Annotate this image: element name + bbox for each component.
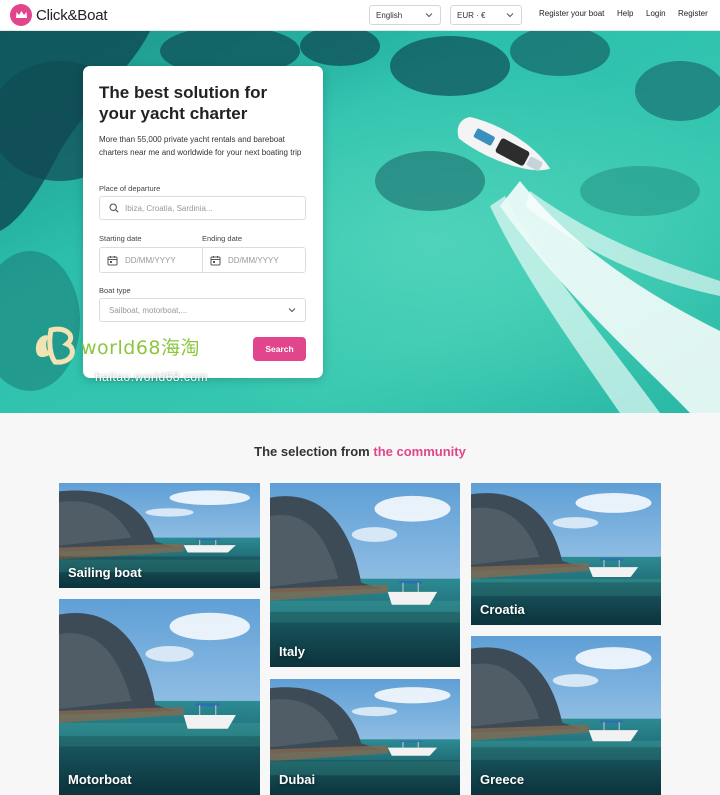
register-link[interactable]: Register — [678, 9, 708, 18]
sea-cliff-image — [270, 483, 460, 667]
end-date-placeholder: DD/MM/YYYY — [228, 255, 279, 265]
language-select[interactable]: English — [369, 5, 441, 25]
search-icon — [109, 203, 119, 213]
end-date-input[interactable]: DD/MM/YYYY — [202, 248, 305, 272]
currency-value: EUR · € — [457, 10, 486, 20]
calendar-icon — [107, 255, 118, 265]
sea-cliff-image — [59, 599, 260, 795]
destination-label: Italy — [279, 644, 306, 659]
crown-icon — [10, 4, 32, 26]
destination-label: Croatia — [480, 602, 525, 617]
destination-label: Greece — [480, 772, 525, 787]
currency-select[interactable]: EUR · € — [450, 5, 522, 25]
destination-card[interactable]: Dubai — [270, 679, 460, 795]
logo-text: Click&Boat — [36, 6, 108, 24]
start-date-label: Starting date — [99, 234, 142, 243]
watermark-logo-icon — [35, 326, 75, 365]
destination-label: Sailing boat — [68, 565, 142, 580]
language-value: English — [376, 10, 403, 20]
watermark-url: haitao.world68.com — [95, 370, 209, 384]
destination-card[interactable]: Greece — [471, 636, 661, 795]
login-link[interactable]: Login — [646, 9, 666, 18]
departure-label: Place of departure — [99, 184, 161, 193]
calendar-icon — [210, 255, 221, 265]
community-title-accent: the community — [373, 444, 466, 459]
register-boat-link[interactable]: Register your boat — [539, 9, 604, 18]
search-title: The best solution for your yacht charter — [99, 83, 268, 123]
date-range: DD/MM/YYYY DD/MM/YYYY — [99, 247, 306, 273]
top-navigation: Click&Boat English EUR · € Register your… — [0, 0, 720, 31]
chevron-down-icon — [425, 13, 433, 18]
watermark: world68海淘 haitao.world68.com — [31, 324, 208, 384]
end-date-label: Ending date — [202, 234, 243, 243]
help-link[interactable]: Help — [617, 9, 633, 18]
logo[interactable]: Click&Boat — [10, 4, 108, 26]
start-date-placeholder: DD/MM/YYYY — [125, 255, 176, 265]
watermark-text: world68海淘 — [81, 336, 200, 359]
community-title: The selection from the community — [0, 444, 720, 459]
search-description: More than 55,000 private yacht rentals a… — [99, 135, 302, 157]
boat-type-select[interactable]: Sailboat, motorboat,... — [99, 298, 306, 322]
start-date-input[interactable]: DD/MM/YYYY — [100, 248, 202, 272]
destination-card[interactable]: Croatia — [471, 483, 661, 625]
search-button[interactable]: Search — [253, 337, 306, 361]
destination-card[interactable]: Motorboat — [59, 599, 260, 795]
destination-label: Motorboat — [68, 772, 132, 787]
departure-input[interactable]: Ibiza, Croatia, Sardinia... — [99, 196, 306, 220]
destination-card[interactable]: Italy — [270, 483, 460, 667]
chevron-down-icon — [288, 308, 296, 313]
community-title-prefix: The selection from — [254, 444, 374, 459]
destination-label: Dubai — [279, 772, 316, 787]
hero-banner: The best solution for your yacht charter… — [0, 31, 720, 413]
departure-placeholder: Ibiza, Croatia, Sardinia... — [125, 203, 213, 213]
destination-card[interactable]: Sailing boat — [59, 483, 260, 588]
boat-type-label: Boat type — [99, 286, 131, 295]
boat-type-placeholder: Sailboat, motorboat,... — [109, 305, 188, 315]
chevron-down-icon — [506, 13, 514, 18]
